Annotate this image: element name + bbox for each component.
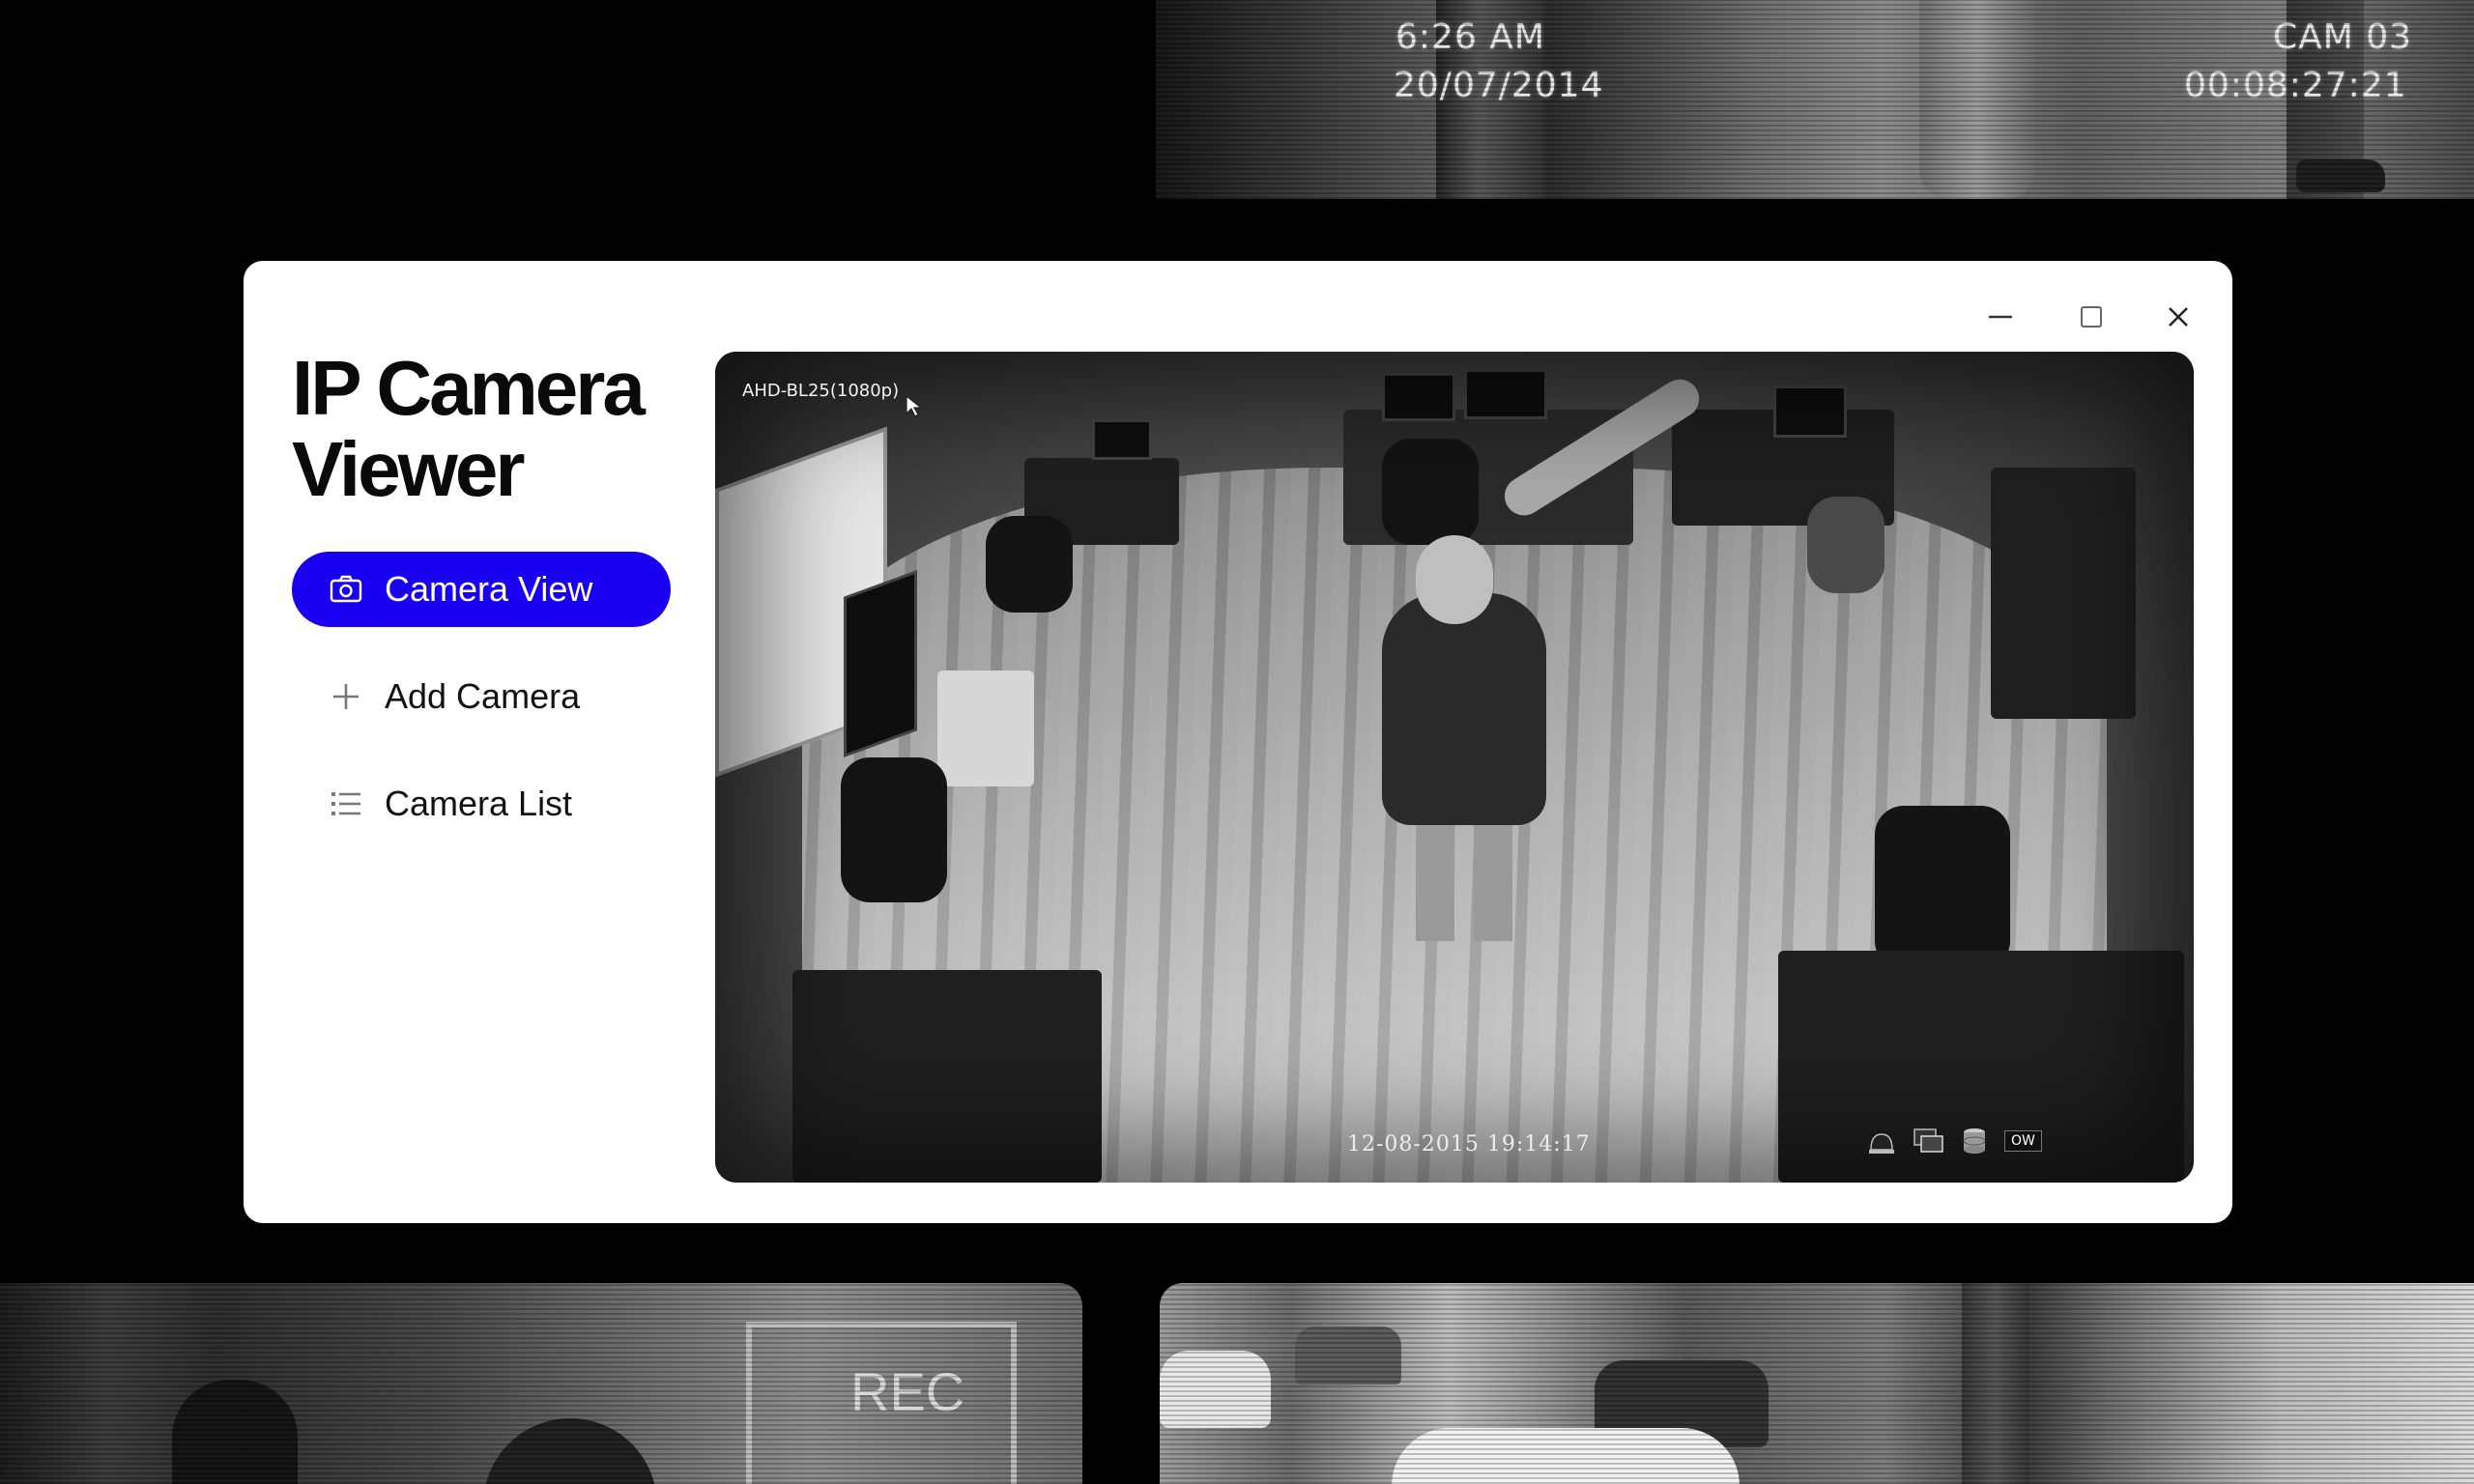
chair: [841, 757, 947, 902]
minimize-icon: [1989, 315, 2012, 319]
person-head: [1416, 535, 1493, 624]
feed-car: [1160, 1351, 1271, 1428]
feed-car: [1295, 1327, 1401, 1384]
camera-icon: [327, 570, 365, 609]
feed-wall: [1962, 1283, 2029, 1484]
close-icon: [2169, 307, 2188, 327]
feed-figure: [1919, 0, 2035, 199]
status-icons: OW: [1865, 1125, 2042, 1157]
cursor-icon: [906, 394, 923, 417]
nav-label: Add Camera: [385, 676, 581, 716]
background-feed-top: 6:26 AM 20/07/2014 CAM 03 00:08:27:21: [1156, 0, 2474, 199]
app-title: IP Camera Viewer: [292, 345, 646, 512]
camera-viewport[interactable]: AHD-BL25(1080p) 12-08-2015 19:14:17 OW: [715, 352, 2194, 1183]
camera-label: AHD-BL25(1080p): [742, 381, 900, 401]
box: [937, 671, 1034, 786]
monitor: [844, 570, 917, 757]
feed-car: [1392, 1428, 1740, 1484]
app-window: IP Camera Viewer Camera View Add Camera: [244, 261, 2232, 1223]
background-feed-bottom-right: [1160, 1283, 2474, 1484]
feed-rec-label: REC: [850, 1361, 965, 1422]
monitor: [1464, 369, 1547, 419]
desk: [792, 970, 1102, 1183]
desktop: 6:26 AM 20/07/2014 CAM 03 00:08:27:21 RE…: [0, 0, 2474, 1484]
nav-label: Camera List: [385, 784, 573, 823]
monitor: [1773, 385, 1847, 438]
alarm-icon: [1869, 1133, 1894, 1154]
monitor: [1092, 419, 1152, 460]
monitor-icon: [1913, 1128, 1943, 1153]
feed-object: [483, 1418, 657, 1484]
chair: [1382, 439, 1479, 545]
feed-person: [172, 1380, 298, 1484]
chair: [1875, 806, 2010, 970]
maximize-button[interactable]: [2064, 290, 2118, 344]
status-badge: OW: [2004, 1130, 2042, 1152]
feed-camera-name: CAM 03: [2273, 17, 2413, 57]
nav-label: Camera View: [385, 569, 593, 609]
nav-camera-list[interactable]: Camera List: [292, 766, 671, 842]
plus-icon: [327, 677, 365, 716]
feed-shoe: [2296, 159, 2385, 192]
desk: [1991, 468, 2136, 719]
storage-icon: [1963, 1128, 1986, 1154]
minimize-button[interactable]: [1973, 290, 2028, 344]
feed-time: 6:26 AM: [1395, 17, 1545, 57]
feed-elapsed: 00:08:27:21: [2184, 66, 2407, 105]
background-feed-bottom-left: REC: [0, 1283, 1082, 1484]
person-legs: [1416, 815, 1512, 941]
monitor: [1382, 373, 1455, 421]
close-button[interactable]: [2151, 290, 2205, 344]
nav-camera-view[interactable]: Camera View: [292, 552, 671, 627]
nav-add-camera[interactable]: Add Camera: [292, 659, 671, 734]
list-icon: [327, 785, 365, 823]
chair: [1807, 497, 1884, 593]
feed-date: 20/07/2014: [1394, 66, 1604, 105]
person-body: [1382, 593, 1546, 825]
maximize-icon: [2081, 306, 2102, 328]
video-timestamp: 12-08-2015 19:14:17: [1347, 1132, 1591, 1156]
chair: [986, 516, 1073, 613]
